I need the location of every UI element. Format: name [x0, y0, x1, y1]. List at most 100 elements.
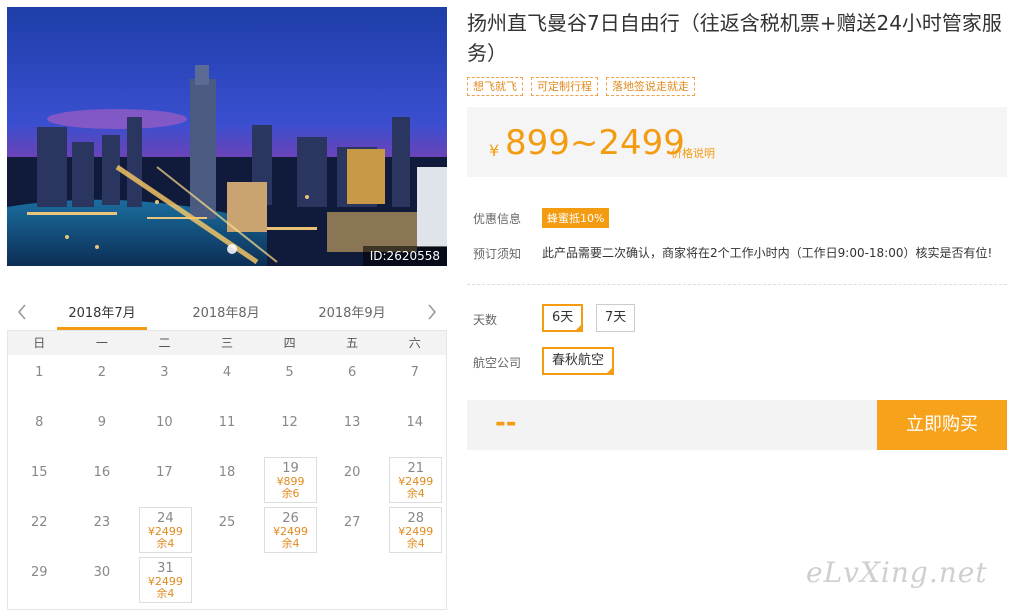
calendar-day: 30	[71, 555, 134, 605]
calendar-day: 11	[196, 405, 259, 455]
calendar-day-available[interactable]: 21 ¥2499 余4	[383, 455, 446, 505]
calendar-day: 1	[8, 355, 71, 405]
day-stock: 余4	[281, 537, 300, 550]
calendar-day: 18	[196, 455, 259, 505]
day-price-box[interactable]: 28 ¥2499 余4	[389, 507, 442, 553]
day-number: 17	[156, 465, 173, 480]
day-stock: 余4	[156, 587, 175, 600]
product-tag: 可定制行程	[531, 77, 598, 96]
weekday-label: 二	[158, 336, 171, 350]
tab-month-september[interactable]: 2018年9月	[307, 302, 397, 321]
next-month-icon[interactable]	[425, 302, 439, 322]
price-range: 899~2499	[505, 123, 685, 163]
calendar-day: 8	[8, 405, 71, 455]
day-number: 27	[343, 515, 361, 530]
day-number: 5	[285, 365, 294, 380]
weekday-label: 三	[221, 336, 234, 350]
day-number: 1	[35, 365, 44, 380]
calendar-day: 22	[8, 505, 71, 555]
price-panel: ¥ 899~2499 价格说明	[467, 107, 1007, 177]
day-number: 8	[35, 415, 44, 430]
day-option-7[interactable]: 7天	[596, 304, 636, 332]
calendar-day: 3	[133, 355, 196, 405]
weekday-label: 一	[95, 336, 108, 350]
airline-option[interactable]: 春秋航空	[542, 347, 615, 375]
day-number: 3	[160, 365, 169, 380]
day-price-box[interactable]: 31 ¥2499 余4	[139, 557, 192, 603]
day-number: 13	[343, 415, 361, 430]
calendar-day: 10	[133, 405, 196, 455]
calendar-day: 13	[321, 405, 384, 455]
calendar-day: 23	[71, 505, 134, 555]
calendar-day-available[interactable]: 24 ¥2499 余4	[133, 505, 196, 555]
product-tags: 想飞就飞 可定制行程 落地签说走就走	[467, 77, 695, 96]
calendar-weekday-header: 日 一 二 三 四 五 六	[8, 331, 446, 355]
day-number: 6	[347, 365, 357, 380]
day-price-box[interactable]: 21 ¥2499 余4	[389, 457, 442, 503]
calendar-day: 27	[321, 505, 384, 555]
calendar-day: 6	[321, 355, 384, 405]
bangkok-skyline-image	[7, 7, 447, 266]
day-number: 25	[218, 515, 236, 530]
slide-indicator-dot[interactable]	[227, 244, 237, 254]
day-number: 21	[407, 461, 424, 476]
calendar-day-available[interactable]: 19 ¥899 余6	[258, 455, 321, 505]
day-number: 12	[281, 415, 298, 430]
calendar-day: 4	[196, 355, 259, 405]
day-number: 31	[157, 561, 174, 576]
calendar-day: 12	[258, 405, 321, 455]
day-number: 23	[93, 515, 111, 530]
calendar-day: 15	[8, 455, 71, 505]
day-number: 22	[31, 515, 48, 530]
day-number: 7	[410, 365, 419, 380]
product-tag: 想飞就飞	[467, 77, 523, 96]
calendar-day: 5	[258, 355, 321, 405]
calendar-day: 2	[71, 355, 134, 405]
price-calendar: 日 一 二 三 四 五 六 1 2 3 4 5 6 7 8 9 10 11 12 13 14 15 16 17 1…	[7, 330, 447, 610]
weekday-label: 六	[408, 336, 421, 350]
day-stock: 余4	[156, 537, 175, 550]
price-note-link[interactable]: 价格说明	[671, 145, 715, 161]
booking-notice: 此产品需要二次确认，商家将在2个工作小时内（工作日9:00-18:00）核实是否…	[542, 246, 993, 260]
day-number: 11	[218, 415, 236, 430]
calendar-day: 29	[8, 555, 71, 605]
prev-month-icon[interactable]	[15, 302, 29, 322]
currency-symbol: ¥	[489, 141, 500, 160]
days-label: 天数	[473, 313, 498, 327]
total-price-placeholder: --	[495, 408, 517, 438]
day-number: 30	[93, 565, 111, 580]
day-option-6[interactable]: 6天	[542, 304, 584, 332]
day-number: 18	[218, 465, 236, 480]
purchase-bar: -- 立即购买	[467, 400, 1007, 450]
buy-now-button[interactable]: 立即购买	[877, 400, 1007, 450]
tab-month-august[interactable]: 2018年8月	[181, 302, 271, 321]
day-number: 14	[406, 415, 423, 430]
day-stock: 余4	[406, 487, 425, 500]
day-number: 29	[31, 565, 48, 580]
calendar-day-available[interactable]: 28 ¥2499 余4	[383, 505, 446, 555]
notice-label: 预订须知	[473, 247, 522, 261]
discount-label: 优惠信息	[473, 212, 522, 226]
day-price-box[interactable]: 24 ¥2499 余4	[139, 507, 192, 553]
calendar-day: 16	[71, 455, 134, 505]
day-number: 15	[31, 465, 48, 480]
product-photo: ID:2620558	[7, 7, 447, 266]
day-number: 19	[282, 461, 299, 476]
discount-badge: 蜂蜜抵10%	[542, 208, 610, 228]
photo-id-label: ID:2620558	[362, 246, 447, 266]
calendar-day: 7	[383, 355, 446, 405]
day-number: 28	[407, 511, 424, 526]
product-tag: 落地签说走就走	[606, 77, 695, 96]
day-number: 4	[222, 365, 232, 380]
day-number: 9	[97, 415, 106, 430]
calendar-day-available[interactable]: 26 ¥2499 余4	[258, 505, 321, 555]
divider	[467, 284, 1007, 285]
day-price-box[interactable]: 26 ¥2499 余4	[264, 507, 317, 553]
tab-month-july[interactable]: 2018年7月	[57, 302, 147, 330]
day-price-box[interactable]: 19 ¥899 余6	[264, 457, 317, 503]
product-title: 扬州直飞曼谷7日自由行（往返含税机票+赠送24小时管家服务）	[467, 11, 1002, 65]
calendar-day: 17	[133, 455, 196, 505]
calendar-day: 25	[196, 505, 259, 555]
calendar-day-available[interactable]: 31 ¥2499 余4	[133, 555, 196, 605]
day-number: 16	[93, 465, 111, 480]
